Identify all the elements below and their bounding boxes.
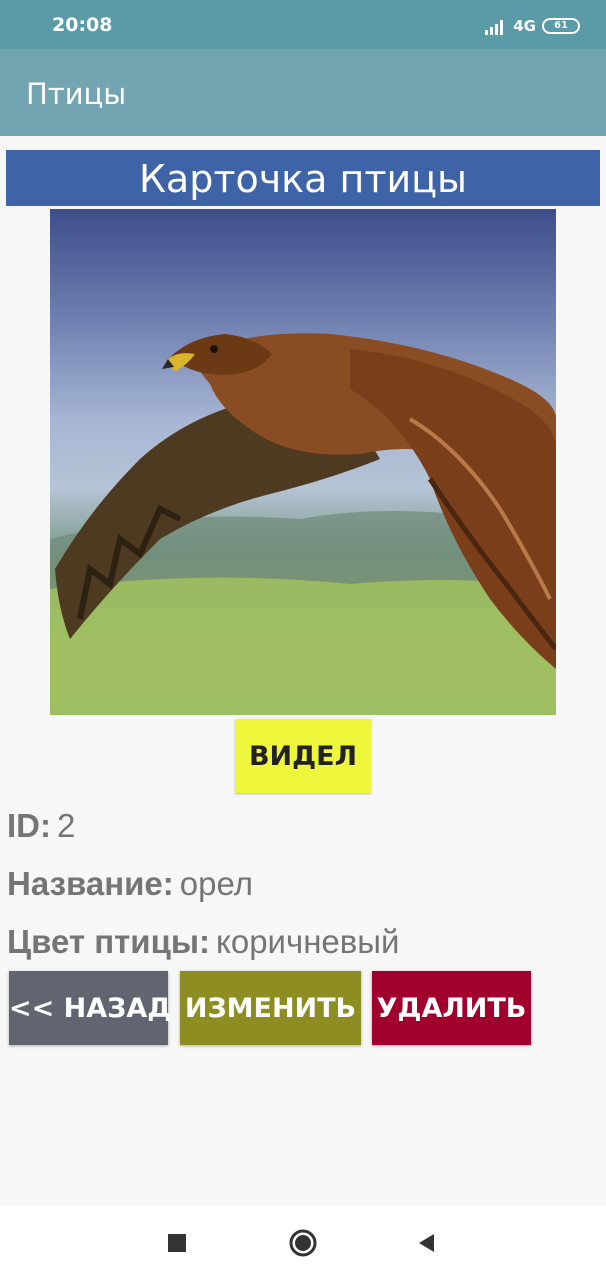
field-color: Цвет птицы: коричневый <box>7 923 399 961</box>
recent-apps-button[interactable] <box>147 1206 207 1280</box>
bird-photo <box>50 209 556 715</box>
field-id: ID: 2 <box>7 807 75 845</box>
app-title: Птицы <box>26 77 127 111</box>
seen-button[interactable]: ВИДЕЛ <box>235 719 371 793</box>
home-button[interactable] <box>273 1206 333 1280</box>
battery-icon: 61 <box>542 18 580 34</box>
back-nav-button[interactable] <box>397 1206 457 1280</box>
app-bar: Птицы <box>0 49 606 136</box>
circle-icon <box>289 1229 317 1257</box>
back-button[interactable]: << НАЗАД <box>9 971 171 1045</box>
system-nav-bar <box>0 1206 606 1280</box>
triangle-icon <box>419 1234 434 1252</box>
field-color-value: коричневый <box>216 923 400 960</box>
network-type: 4G <box>513 17 536 35</box>
eagle-image <box>50 333 556 715</box>
field-id-label: ID: <box>7 807 51 844</box>
square-icon <box>168 1234 186 1252</box>
field-name: Название: орел <box>7 865 253 903</box>
status-time: 20:08 <box>52 14 113 36</box>
field-color-label: Цвет птицы: <box>7 923 211 960</box>
edit-button[interactable]: ИЗМЕНИТЬ <box>180 971 361 1045</box>
status-bar: 20:08 4G 61 <box>0 0 606 49</box>
field-name-label: Название: <box>7 865 174 902</box>
field-id-value: 2 <box>57 807 76 844</box>
status-indicators: 4G 61 <box>485 15 580 37</box>
field-name-value: орел <box>179 865 253 902</box>
card-header: Карточка птицы <box>6 150 600 206</box>
signal-icon <box>485 20 504 35</box>
delete-button[interactable]: УДАЛИТЬ <box>372 971 531 1045</box>
